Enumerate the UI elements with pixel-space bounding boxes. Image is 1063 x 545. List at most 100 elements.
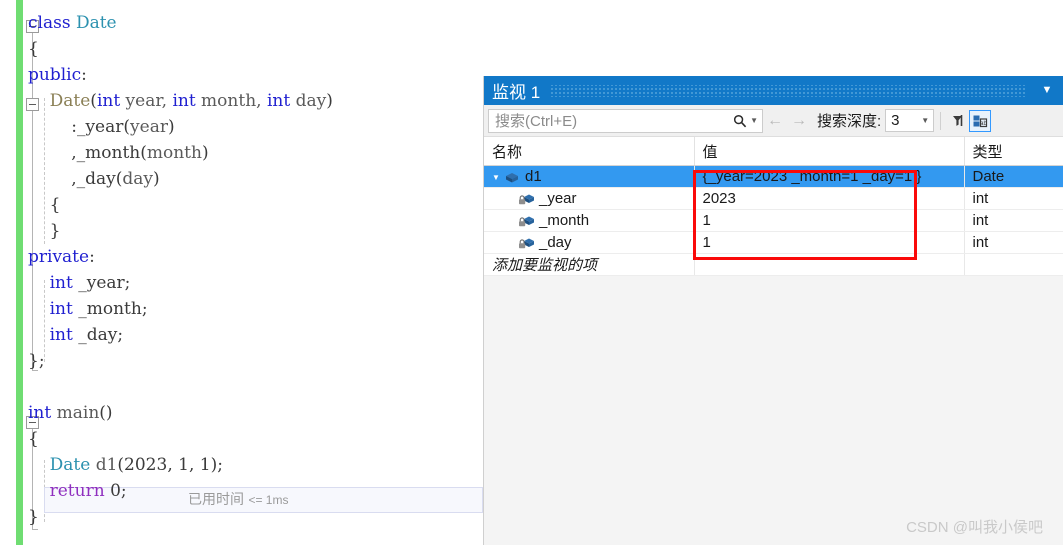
code-token: }; xyxy=(28,351,45,371)
table-row[interactable]: _day 1 int xyxy=(484,231,1063,254)
column-header-value[interactable]: 值 xyxy=(694,137,965,166)
code-token: return xyxy=(49,481,105,501)
variable-name-label: _month xyxy=(539,212,590,229)
code-line[interactable]: :_year(year) xyxy=(28,114,483,140)
search-icon[interactable] xyxy=(733,114,747,128)
code-line[interactable]: { xyxy=(28,36,483,62)
search-depth-select[interactable]: 3 ▼ xyxy=(885,109,935,132)
code-token: private xyxy=(28,247,90,267)
search-placeholder: 搜索(Ctrl+E) xyxy=(495,113,578,130)
code-token: } xyxy=(28,507,39,527)
code-text[interactable]: class Date{public: Date(int year, int mo… xyxy=(28,10,483,530)
change-tracking-bar xyxy=(16,0,23,545)
code-token: Date xyxy=(75,13,117,33)
variable-name-cell[interactable]: _year xyxy=(484,187,695,210)
pin-filter-icon[interactable] xyxy=(947,110,969,132)
code-token: main xyxy=(51,403,100,423)
code-token: : xyxy=(81,65,87,85)
watch-variables-table[interactable]: 名称 值 类型 ▼ d1 {_year=2023 _month=1 _day=1 }… xyxy=(484,137,1063,276)
add-watch-item-row[interactable]: 添加要监视的项 xyxy=(484,253,1063,276)
code-token: month xyxy=(146,143,202,163)
code-line[interactable]: class Date xyxy=(28,10,483,36)
add-watch-item-type-cell xyxy=(964,253,1063,276)
code-token: _year; xyxy=(72,273,131,293)
variable-value-cell[interactable]: 1 xyxy=(694,209,965,232)
code-editor[interactable]: class Date{public: Date(int year, int mo… xyxy=(0,0,483,545)
variable-value-cell[interactable]: {_year=2023 _month=1 _day=1 } xyxy=(694,165,965,188)
code-token: () xyxy=(99,403,113,423)
code-token: int xyxy=(49,273,73,293)
code-token: ) xyxy=(326,91,333,111)
code-token: _day; xyxy=(72,325,124,345)
arrow-left-icon[interactable]: ← xyxy=(763,109,787,133)
code-line[interactable]: private: xyxy=(28,244,483,270)
code-line[interactable] xyxy=(28,374,483,400)
code-token: 1 xyxy=(178,455,189,475)
code-line[interactable]: Date(int year, int month, int day) xyxy=(28,88,483,114)
hex-display-icon[interactable]: ab xyxy=(969,109,992,132)
object-cube-icon xyxy=(504,171,520,184)
code-token: int xyxy=(96,91,121,111)
table-header-row: 名称 值 类型 xyxy=(484,137,1063,166)
code-token: ,_day xyxy=(28,169,116,189)
code-token: year, xyxy=(120,91,173,111)
search-depth-value: 3 xyxy=(891,112,900,129)
panel-drag-handle[interactable] xyxy=(550,84,1027,97)
search-input[interactable]: 搜索(Ctrl+E) ▼ xyxy=(488,108,763,133)
table-row[interactable]: _year 2023 int xyxy=(484,187,1063,210)
code-line[interactable]: int _month; xyxy=(28,296,483,322)
variable-name-label: d1 xyxy=(525,168,542,185)
code-token: ); xyxy=(210,455,223,475)
code-token: int xyxy=(266,91,291,111)
code-token: int xyxy=(49,325,73,345)
chevron-down-icon[interactable]: ▼ xyxy=(921,116,929,125)
column-header-name[interactable]: 名称 xyxy=(484,137,695,166)
elapsed-time-value: <= 1ms xyxy=(248,493,289,507)
watch-empty-area[interactable] xyxy=(484,276,1063,466)
variable-name-cell[interactable]: _day xyxy=(484,231,695,254)
code-line[interactable]: ,_month(month) xyxy=(28,140,483,166)
elapsed-time-annotation: 已用时间 <= 1ms xyxy=(188,489,288,509)
chevron-down-icon[interactable]: ▼ xyxy=(1037,76,1057,105)
add-watch-item-value-cell[interactable] xyxy=(694,253,965,276)
expander-collapse-icon[interactable]: ▼ xyxy=(492,173,502,182)
code-token: ) xyxy=(167,117,175,137)
code-line[interactable]: public: xyxy=(28,62,483,88)
code-token: int xyxy=(28,403,52,423)
code-token: year xyxy=(130,117,168,137)
search-options-chevron-down-icon[interactable]: ▼ xyxy=(750,116,758,125)
code-token: , xyxy=(188,455,200,475)
variable-name-cell[interactable]: _month xyxy=(484,209,695,232)
code-token: int xyxy=(172,91,196,111)
watch-toolbar: 搜索(Ctrl+E) ▼ ← → 搜索深度: 3 ▼ ab xyxy=(484,105,1063,137)
code-line[interactable]: Date d1(2023, 1, 1); xyxy=(28,452,483,478)
arrow-right-icon[interactable]: → xyxy=(787,109,811,133)
table-row[interactable]: ▼ d1 {_year=2023 _month=1 _day=1 } Date xyxy=(484,165,1063,188)
variable-value-cell[interactable]: 1 xyxy=(694,231,965,254)
code-line[interactable]: int main() xyxy=(28,400,483,426)
code-line[interactable]: }; xyxy=(28,348,483,374)
code-line[interactable]: } xyxy=(28,218,483,244)
column-header-type[interactable]: 类型 xyxy=(964,137,1063,166)
variable-value-cell[interactable]: 2023 xyxy=(694,187,965,210)
code-token: : xyxy=(89,247,95,267)
code-line[interactable]: int _day; xyxy=(28,322,483,348)
code-line[interactable]: { xyxy=(28,192,483,218)
code-token: { xyxy=(28,429,39,449)
watch-panel: 监视 1 ▼ 搜索(Ctrl+E) ▼ ← → 搜索深度: 3 ▼ ab 名称 … xyxy=(483,76,1063,545)
watermark-text: CSDN @叫我小侯吧 xyxy=(906,519,1043,536)
variable-type-cell: int xyxy=(964,187,1063,210)
code-line[interactable]: int _year; xyxy=(28,270,483,296)
watch-panel-title-bar[interactable]: 监视 1 ▼ xyxy=(484,76,1063,105)
code-line[interactable]: ,_day(day) xyxy=(28,166,483,192)
variable-name-label: _year xyxy=(539,190,577,207)
table-row[interactable]: _month 1 int xyxy=(484,209,1063,232)
code-token: d1 xyxy=(90,455,118,475)
code-line[interactable]: { xyxy=(28,426,483,452)
code-token: class xyxy=(28,13,76,33)
add-watch-item-placeholder[interactable]: 添加要监视的项 xyxy=(484,253,695,276)
variable-name-cell[interactable]: ▼ d1 xyxy=(484,165,695,188)
